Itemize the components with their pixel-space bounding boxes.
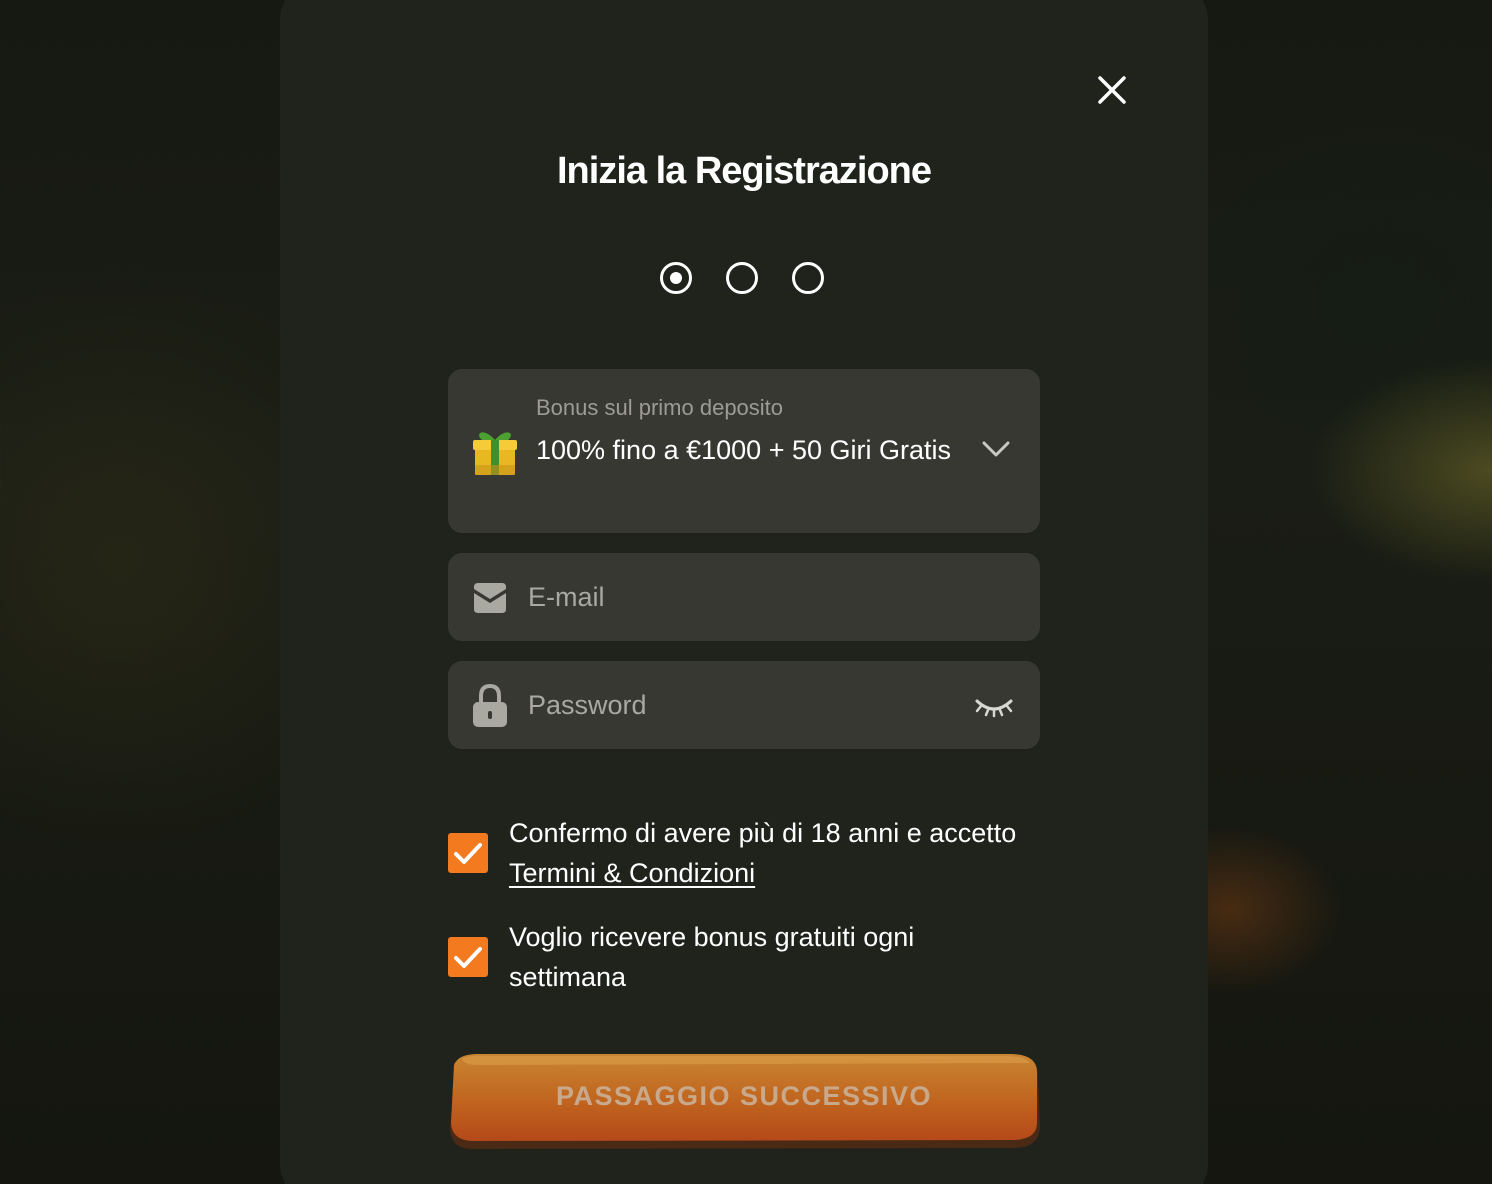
password-field[interactable]: [448, 661, 1040, 749]
step-3-dot: [792, 262, 824, 294]
email-field[interactable]: [448, 553, 1040, 641]
close-icon[interactable]: [1092, 70, 1132, 110]
gift-icon: [473, 432, 517, 475]
lock-icon: [473, 683, 507, 727]
bonus-select-value: 100% fino a €1000 + 50 Giri Gratis: [536, 435, 951, 465]
next-step-button-label: PASSAGGIO SUCCESSIVO: [555, 1081, 933, 1111]
bonus-select[interactable]: Bonus sul primo deposito 100% fino a €10…: [448, 369, 1040, 533]
bonus-select-label: Bonus sul primo deposito: [536, 395, 784, 420]
checkmark-icon: [454, 947, 482, 968]
weekly-bonus-label: Voglio ricevere bonus gratuiti ogni sett…: [509, 922, 915, 992]
next-step-button[interactable]: PASSAGGIO SUCCESSIVO: [448, 1053, 1040, 1149]
terms-conditions-link[interactable]: Termini & Condizioni: [509, 858, 755, 888]
age-terms-checkbox[interactable]: [448, 833, 488, 873]
chevron-down-icon[interactable]: [980, 437, 1012, 461]
eye-closed-icon[interactable]: [972, 687, 1016, 723]
modal-title: Inizia la Registrazione: [557, 150, 932, 192]
registration-modal: Inizia la Registrazione Bonus sul primo …: [280, 0, 1208, 1184]
step-2-dot: [726, 262, 758, 294]
email-input[interactable]: [528, 553, 948, 641]
password-input[interactable]: [528, 661, 948, 749]
step-1-dot: [660, 262, 692, 294]
age-terms-label: Confermo di avere più di 18 anni e accet…: [509, 813, 1029, 893]
age-terms-text: Confermo di avere più di 18 anni e accet…: [509, 818, 1017, 848]
envelope-icon: [474, 583, 506, 613]
checkmark-icon: [454, 843, 482, 864]
weekly-bonus-checkbox[interactable]: [448, 937, 488, 977]
